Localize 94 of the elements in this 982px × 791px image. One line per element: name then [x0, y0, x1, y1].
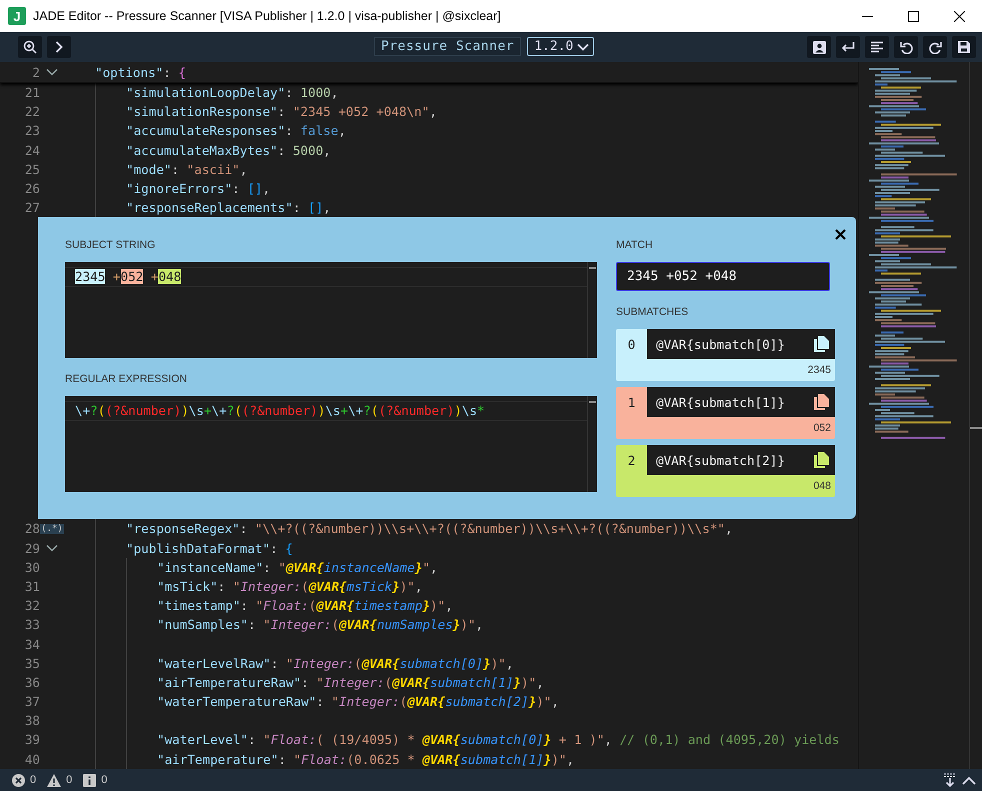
submatch-index: 1	[626, 394, 636, 412]
code-line: "waterTemperatureRaw": "Integer:(@VAR{submatch[2]})",	[157, 694, 559, 710]
code-line: "airTemperature": "Float:(0.0625 * @VAR{submatch[1]})",	[157, 752, 574, 767]
line-number: 25	[24, 162, 40, 177]
line-number: 31	[24, 578, 40, 594]
document-title: Pressure Scanner	[374, 37, 522, 56]
submatch-value: 2345	[808, 364, 831, 376]
line-number: 24	[24, 142, 40, 158]
line-number: 29	[24, 540, 40, 556]
line-number: 30	[24, 560, 40, 575]
undo-button[interactable]	[894, 36, 918, 58]
chevron-down-icon[interactable]	[46, 68, 58, 76]
copy-icon[interactable]	[814, 452, 829, 468]
code-line: "options": {	[95, 64, 186, 80]
line-number: 23	[24, 123, 40, 138]
close-icon[interactable]	[835, 229, 846, 240]
copy-icon[interactable]	[814, 394, 829, 410]
toolbar-button[interactable]	[865, 36, 889, 58]
line-number: 33	[24, 617, 40, 632]
close-icon	[954, 10, 964, 22]
error-count: 0	[30, 774, 36, 786]
line-number: 22	[24, 104, 40, 120]
submatch-index: 0	[626, 336, 636, 354]
code-line: "msTick": "Integer:(@VAR{msTick})",	[157, 578, 422, 594]
match-field[interactable]: 2345 +052 +048	[616, 262, 830, 292]
scroll-down-icon[interactable]	[943, 773, 957, 787]
section-label: SUBJECT STRING	[65, 238, 156, 254]
version-dropdown[interactable]: 1.2.0	[527, 37, 594, 56]
save-icon	[958, 41, 970, 53]
code-line: "timestamp": "Float:(@VAR{timestamp})",	[157, 598, 453, 614]
section-label: MATCH	[616, 238, 654, 254]
toolbar-button[interactable]	[807, 36, 831, 58]
line-number: 34	[24, 636, 40, 652]
chevron-right-icon	[55, 41, 63, 53]
code-line: "mode": "ascii",	[126, 162, 248, 177]
code-line: "instanceName": "@VAR{instanceName}",	[157, 560, 438, 575]
copy-icon[interactable]	[814, 336, 829, 352]
line-number: 36	[24, 674, 40, 690]
regex-field[interactable]: \+?((?&number))\s+\+?((?&number))\s+\+?((?&number))\s*	[65, 396, 597, 492]
expand-button[interactable]	[47, 36, 71, 58]
submatch-expression: @VAR{submatch[0]}	[656, 336, 785, 352]
portrait-icon	[812, 40, 826, 54]
chevron-up-icon[interactable]	[962, 776, 976, 784]
save-button[interactable]	[952, 36, 976, 58]
info-icon[interactable]	[83, 774, 96, 786]
warning-count: 0	[66, 774, 72, 786]
maximize-icon	[908, 10, 918, 22]
redo-button[interactable]	[923, 36, 947, 58]
caret-icon	[577, 42, 590, 50]
code-line: "airTemperatureRaw": "Integer:(@VAR{submatch[1]})",	[157, 674, 544, 690]
line-number: 27	[24, 200, 40, 216]
line-number: 2	[31, 64, 40, 80]
toolbar-button[interactable]	[836, 36, 860, 58]
code-line: "simulationResponse": "2345 +052 +048\n",	[126, 104, 437, 120]
code-line: "responseRegex": "\\+?((?&number))\\s+\\+?((?&number))\\s+\\+?((?&number))\\s*",	[126, 521, 733, 536]
code-line: "responseReplacements": [],	[126, 200, 331, 216]
submatch-expression: @VAR{submatch[1]}	[656, 394, 785, 410]
subject-field[interactable]: 2345 +052 +048	[65, 262, 597, 358]
line-number: 39	[24, 732, 40, 748]
line-number: 21	[24, 85, 40, 100]
line-number: 37	[24, 694, 40, 710]
submatch-value: 052	[813, 422, 831, 434]
code-line: "ignoreErrors": [],	[126, 181, 270, 196]
line-number: 38	[24, 713, 40, 728]
code-line: "waterLevelRaw": "Integer:(@VAR{submatch[0]})",	[157, 656, 514, 671]
regex-badge[interactable]: (.*)	[40, 524, 64, 534]
line-number: 28	[24, 521, 40, 536]
code-line: "accumulateResponses": false,	[126, 123, 346, 138]
line-number: 32	[24, 598, 40, 614]
warning-icon[interactable]	[47, 774, 62, 786]
enter-icon	[841, 41, 855, 53]
submatch-expression: @VAR{submatch[2]}	[656, 452, 785, 468]
code-line: "simulationLoopDelay": 1000,	[126, 85, 338, 100]
zoom-in-icon	[23, 40, 37, 54]
line-number: 35	[24, 656, 40, 671]
code-line: "waterLevel": "Float:( (19/4095) * @VAR{submatch[0]} + 1 )", // (0,1) and (4095,20) yields	[157, 732, 840, 748]
window-title: JADE Editor -- Pressure Scanner [VISA Publisher | 1.2.0 | visa-publisher | @sixclear]	[33, 9, 501, 23]
submatch-index: 2	[626, 452, 636, 470]
code-line: "publishDataFormat": {	[126, 540, 293, 556]
info-count: 0	[101, 774, 108, 786]
undo-icon	[900, 40, 912, 54]
error-icon[interactable]	[12, 774, 25, 786]
chevron-down-icon[interactable]	[46, 544, 58, 552]
line-number: 26	[24, 181, 40, 196]
app-logo: J	[8, 7, 26, 25]
section-label: REGULAR EXPRESSION	[65, 372, 188, 388]
section-label: SUBMATCHES	[616, 305, 690, 320]
line-number: 40	[24, 752, 40, 767]
redo-icon	[928, 40, 942, 54]
zoom-button[interactable]	[18, 36, 42, 58]
align-left-icon	[871, 41, 883, 53]
code-line: "accumulateMaxBytes": 5000,	[126, 142, 331, 158]
code-line: "numSamples": "Integer:(@VAR{numSamples})",	[157, 617, 484, 632]
submatch-value: 048	[813, 480, 831, 492]
